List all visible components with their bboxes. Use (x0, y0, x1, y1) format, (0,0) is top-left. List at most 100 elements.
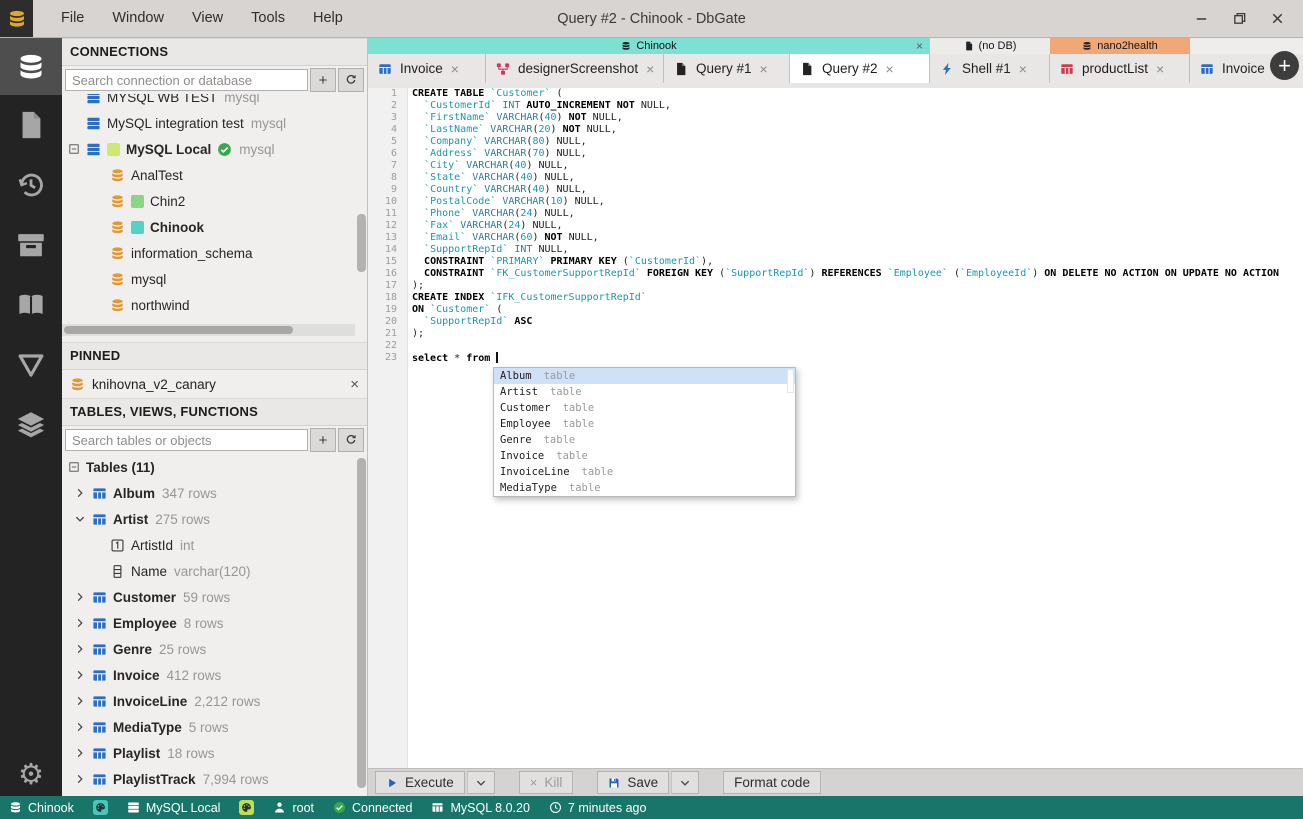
color-swatch-button[interactable] (239, 800, 255, 815)
database-item[interactable]: Chin2 (62, 188, 367, 214)
connection-item[interactable]: MySQL Local mysql (62, 136, 367, 162)
rail-file-button[interactable] (0, 95, 62, 155)
table-item[interactable]: Invoice 412 rows (62, 662, 367, 688)
menu-window[interactable]: Window (100, 0, 176, 37)
chevron-right-icon[interactable] (74, 773, 92, 785)
pinned-item[interactable]: knihovna_v2_canary × (62, 370, 367, 398)
autocomplete-item[interactable]: Genre table (494, 432, 795, 448)
tab-query-2[interactable]: Query #2 × (790, 54, 930, 83)
table-item[interactable]: MediaType 5 rows (62, 714, 367, 740)
chevron-right-icon[interactable] (74, 643, 92, 655)
window-minimize-button[interactable] (1191, 9, 1211, 29)
rail-archive-button[interactable] (0, 215, 62, 275)
tab-designerscreenshot[interactable]: designerScreenshot × (486, 54, 664, 83)
tab-group-nano2health[interactable]: nano2health (1050, 38, 1190, 54)
refresh-connections-button[interactable] (338, 68, 364, 92)
window-restore-button[interactable] (1229, 9, 1249, 29)
tree-root-item[interactable]: Tables (11) (62, 454, 367, 480)
table-item[interactable]: Customer 59 rows (62, 584, 367, 610)
rail-funnel-button[interactable] (0, 335, 62, 395)
autocomplete-item[interactable]: InvoiceLine table (494, 464, 795, 480)
item-label: ArtistId (131, 537, 174, 553)
table-item[interactable]: Employee 8 rows (62, 610, 367, 636)
execute-button[interactable]: Execute (375, 771, 465, 794)
close-tab-icon[interactable]: × (1019, 61, 1027, 77)
autocomplete-item[interactable]: Invoice table (494, 448, 795, 464)
table-item[interactable]: Artist 275 rows (62, 506, 367, 532)
menu-help[interactable]: Help (301, 0, 355, 37)
table-item[interactable]: PlaylistTrack 7,994 rows (62, 766, 367, 792)
status-root[interactable]: root (273, 801, 314, 815)
collapse-icon[interactable] (68, 143, 86, 155)
close-tab-icon[interactable]: × (451, 61, 459, 77)
refresh-objects-button[interactable] (338, 428, 364, 452)
connection-item[interactable]: MYSQL WB TEST mysql (62, 94, 367, 110)
rail-book-button[interactable] (0, 275, 62, 335)
menu-view[interactable]: View (180, 0, 235, 37)
unpin-close-icon[interactable]: × (350, 376, 359, 393)
close-group-icon[interactable]: × (916, 38, 923, 54)
table-item[interactable]: Genre 25 rows (62, 636, 367, 662)
database-item[interactable]: mysql (62, 266, 367, 292)
tab-invoice[interactable]: Invoice × (368, 54, 486, 83)
rail-database-button[interactable] (0, 38, 62, 95)
window-close-button[interactable] (1267, 9, 1287, 29)
menu-tools[interactable]: Tools (239, 0, 297, 37)
save-button[interactable]: Save (597, 771, 670, 794)
chevron-right-icon[interactable] (74, 617, 92, 629)
collapse-icon[interactable] (68, 461, 86, 473)
autocomplete-item[interactable]: Artist table (494, 384, 795, 400)
close-tab-icon[interactable]: × (1156, 61, 1164, 77)
chevron-right-icon[interactable] (74, 721, 92, 733)
column-item[interactable]: ArtistId int (62, 532, 367, 558)
database-item[interactable]: northwind (62, 292, 367, 318)
kill-button[interactable]: × Kill (518, 771, 574, 794)
column-item[interactable]: Name varchar(120) (62, 558, 367, 584)
connections-search-input[interactable] (65, 69, 308, 91)
objects-vscroll-thumb[interactable] (357, 458, 366, 788)
autocomplete-item[interactable]: MediaType table (494, 480, 795, 496)
tab-query-1[interactable]: Query #1 × (664, 54, 790, 83)
autocomplete-item[interactable]: Customer table (494, 400, 795, 416)
rail-layers-button[interactable] (0, 395, 62, 455)
autocomplete-item[interactable]: Employee table (494, 416, 795, 432)
database-item[interactable]: AnalTest (62, 162, 367, 188)
add-connection-button[interactable]: + (310, 68, 336, 92)
tab-group--no-db-[interactable]: (no DB) (930, 38, 1050, 54)
chevron-right-icon[interactable] (74, 695, 92, 707)
table-item[interactable]: Album 347 rows (62, 480, 367, 506)
color-swatch-button[interactable] (92, 800, 108, 815)
table-item[interactable]: Playlist 18 rows (62, 740, 367, 766)
chevron-right-icon[interactable] (74, 669, 92, 681)
chevron-down-icon[interactable] (74, 513, 92, 525)
save-dropdown-button[interactable] (671, 771, 700, 794)
close-tab-icon[interactable]: × (886, 61, 894, 77)
format-code-button[interactable]: Format code (723, 771, 821, 794)
autocomplete-item[interactable]: Album table (494, 368, 795, 384)
add-object-button[interactable]: + (310, 428, 336, 452)
database-item[interactable]: Chinook (62, 214, 367, 240)
close-tab-icon[interactable]: × (760, 61, 768, 77)
connections-hscroll[interactable] (62, 324, 355, 336)
tab-shell-1[interactable]: Shell #1 × (930, 54, 1050, 83)
tab-productlist[interactable]: productList × (1050, 54, 1190, 83)
menu-file[interactable]: File (49, 0, 96, 37)
close-tab-icon[interactable]: × (646, 61, 654, 77)
tab-group-chinook[interactable]: Chinook × (368, 38, 930, 54)
chevron-right-icon[interactable] (74, 487, 92, 499)
table-item[interactable]: InvoiceLine 2,212 rows (62, 688, 367, 714)
rail-history-button[interactable] (0, 155, 62, 215)
database-item[interactable]: information_schema (62, 240, 367, 266)
chevron-right-icon[interactable] (74, 747, 92, 759)
connections-vscroll-thumb[interactable] (357, 214, 366, 272)
chevron-right-icon[interactable] (74, 591, 92, 603)
new-tab-button[interactable]: + (1270, 51, 1299, 80)
autocomplete-scroll-thumb[interactable] (787, 369, 794, 393)
status-mysql-local[interactable]: MySQL Local (127, 801, 220, 815)
sql-editor[interactable]: 1 2 3 4 5 6 7 8 9 10 11 12 13 14 15 16 17 18 19 20 21 22 23 CR… (368, 83, 1303, 768)
execute-dropdown-button[interactable] (466, 771, 495, 794)
settings-button[interactable]: ⚙ (0, 761, 62, 790)
objects-search-input[interactable] (65, 429, 308, 451)
status-chinook[interactable]: Chinook (9, 801, 74, 815)
connection-item[interactable]: MySQL integration test mysql (62, 110, 367, 136)
